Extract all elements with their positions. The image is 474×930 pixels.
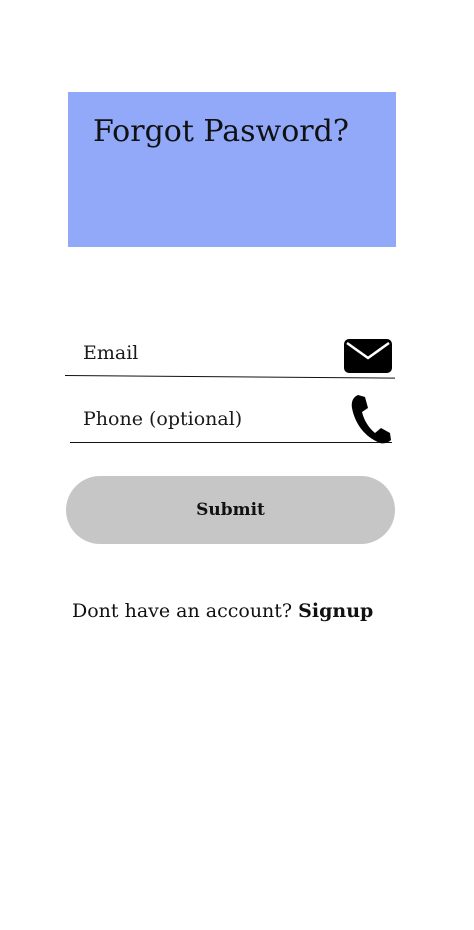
phone-label: Phone (optional)	[83, 408, 243, 430]
header-card: Forgot Pasword?	[68, 92, 396, 247]
page-title: Forgot Pasword?	[93, 114, 349, 149]
phone-icon	[351, 395, 391, 444]
signup-prompt: Dont have an account?	[72, 600, 293, 622]
phone-field[interactable]: Phone (optional)	[65, 398, 395, 446]
submit-button[interactable]: Submit	[66, 476, 395, 544]
signup-link[interactable]: Signup	[298, 600, 373, 622]
email-label: Email	[83, 342, 139, 364]
phone-underline	[70, 442, 392, 443]
mail-icon	[344, 339, 392, 373]
signup-prompt-row: Dont have an account? Signup	[72, 600, 373, 622]
